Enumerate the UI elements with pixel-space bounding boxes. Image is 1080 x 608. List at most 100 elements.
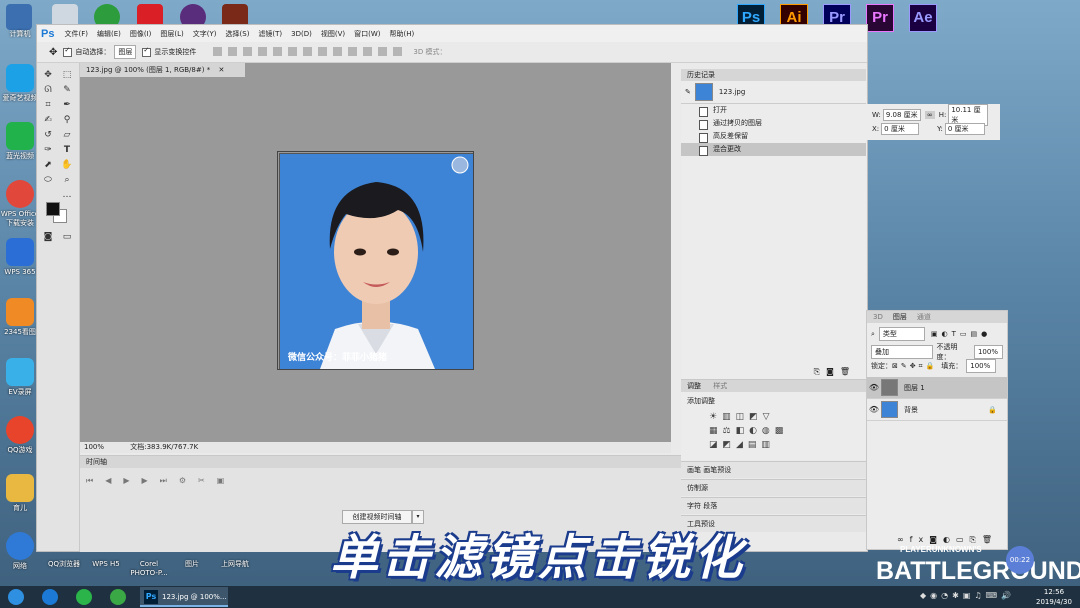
clone-source-panel[interactable]: 仿制源	[681, 479, 866, 496]
chevron-down-icon[interactable]: ▾	[412, 510, 424, 524]
desktop-icon[interactable]: 2345看图	[0, 298, 40, 337]
menu-select[interactable]: 选择(S)	[226, 29, 250, 39]
menu-window[interactable]: 窗口(W)	[354, 29, 380, 39]
tab-styles[interactable]: 样式	[713, 382, 727, 390]
menu-edit[interactable]: 编辑(E)	[97, 29, 121, 39]
stamp-tool-icon[interactable]: ⚲	[61, 114, 73, 126]
hand-tool-icon[interactable]: ✋	[61, 159, 73, 171]
history-brush-tool-icon[interactable]: ↺	[42, 129, 54, 141]
tab-3d[interactable]: 3D	[873, 311, 883, 323]
x-field[interactable]: 0 厘米	[881, 123, 920, 135]
link-icon[interactable]: ∞	[924, 111, 935, 119]
document-tab[interactable]: 123.jpg @ 100% (图层 1, RGB/8#) * ✕	[80, 63, 245, 77]
desktop-icon[interactable]: 网络	[0, 532, 40, 571]
history-item[interactable]: 通过拷贝的图层	[681, 117, 866, 130]
crop-tool-icon[interactable]: ⌗	[42, 99, 54, 111]
layer-row[interactable]: 👁 图层 1	[867, 377, 1007, 399]
opacity-field[interactable]: 100%	[973, 345, 1003, 359]
eye-icon[interactable]: 👁	[867, 405, 881, 414]
menu-image[interactable]: 图像(I)	[130, 29, 152, 39]
browser-icon[interactable]	[42, 589, 58, 605]
transform-bounding-box[interactable]	[277, 151, 474, 370]
fill-field[interactable]: 100%	[966, 359, 997, 373]
history-item[interactable]: 混合更改	[681, 143, 866, 156]
pen-tool-icon[interactable]: ✑	[42, 144, 54, 156]
menu-view[interactable]: 视图(V)	[321, 29, 345, 39]
menu-filter[interactable]: 滤镜(T)	[258, 29, 282, 39]
auto-select-checkbox[interactable]	[63, 46, 73, 57]
marquee-tool-icon[interactable]: ⬚	[61, 69, 73, 81]
adjustment-icons[interactable]: ☀▥◫◩▽ ▦⚖◧◐◍▩ ◪◩◢▤▥	[681, 410, 866, 452]
eye-icon[interactable]: 👁	[867, 383, 881, 392]
tab-layers[interactable]: 图层	[893, 311, 907, 323]
camera-icon[interactable]: ◙	[826, 367, 840, 376]
brush-tool-icon[interactable]: ✍	[42, 114, 54, 126]
menu-file[interactable]: 文件(F)	[64, 29, 88, 39]
media-icon[interactable]	[76, 589, 92, 605]
filter-icons[interactable]: ▣◐T▭▤●	[931, 330, 991, 338]
layer-filter-dropdown[interactable]: 类型	[878, 327, 925, 341]
menu-type[interactable]: 文字(Y)	[193, 29, 217, 39]
adobe-app-icon[interactable]: Ae	[909, 4, 937, 32]
zoom-level[interactable]: 100%	[84, 443, 104, 451]
layer-actions[interactable]: ∞fx◙◐▭⎘🗑	[897, 535, 998, 545]
start-icon[interactable]	[8, 589, 24, 605]
clock[interactable]: 12:56 2019/4/30	[1036, 587, 1072, 607]
tab-adjustments[interactable]: 调整	[687, 382, 701, 390]
zoom-tool-icon[interactable]: ⌕	[61, 174, 73, 186]
close-icon[interactable]: ✕	[218, 66, 224, 74]
history-item[interactable]: 高反差保留	[681, 130, 866, 143]
menu-help[interactable]: 帮助(H)	[390, 29, 415, 39]
desktop-icon[interactable]: 育儿	[0, 474, 40, 513]
align-buttons[interactable]	[210, 46, 405, 58]
layer-row[interactable]: 👁 背景 🔒	[867, 399, 1007, 421]
history-tab[interactable]: 历史记录	[681, 69, 866, 81]
desktop-icon[interactable]: WPS Office下载安装	[0, 180, 40, 228]
menu-layer[interactable]: 图层(L)	[160, 29, 183, 39]
character-panel[interactable]: 字符 段落	[681, 497, 866, 514]
timeline-header[interactable]: 时间轴	[80, 456, 681, 468]
path-select-tool-icon[interactable]: ⬈	[42, 159, 54, 171]
desktop-icon[interactable]: WPS 365	[0, 238, 40, 277]
move-tool-icon[interactable]: ✥	[42, 69, 54, 81]
desktop-icon[interactable]: QQ游戏	[0, 416, 40, 455]
taskbar-photoshop-task[interactable]: Ps 123.jpg @ 100%...	[140, 587, 228, 607]
desktop-icon[interactable]: QQ浏览器	[44, 560, 84, 569]
menu-3d[interactable]: 3D(D)	[291, 30, 312, 38]
type-tool-icon[interactable]: T	[61, 144, 73, 156]
y-field[interactable]: 0 厘米	[944, 123, 985, 135]
desktop-icon[interactable]: WPS H5	[86, 560, 126, 569]
quick-select-tool-icon[interactable]: ✎	[61, 84, 73, 96]
show-transform-checkbox[interactable]	[142, 46, 152, 57]
history-item[interactable]: 打开	[681, 104, 866, 117]
brush-panel[interactable]: 画笔 画笔预设	[681, 461, 866, 478]
foreground-color-swatch[interactable]	[46, 202, 60, 216]
move-tool-icon[interactable]: ✥	[49, 47, 57, 58]
lock-icons[interactable]: ⊠✎✥⌗🔒	[892, 362, 937, 371]
new-document-icon[interactable]: ⎘	[814, 367, 826, 376]
browser-icon[interactable]	[110, 589, 126, 605]
tab-channels[interactable]: 通道	[917, 311, 931, 323]
shape-tool-icon[interactable]: ⬭	[42, 174, 54, 186]
lasso-tool-icon[interactable]: ᘏ	[42, 84, 54, 96]
desktop-icon[interactable]: 上网导航	[214, 560, 256, 569]
history-snapshot[interactable]: ✎ 123.jpg	[681, 81, 866, 104]
desktop-icon[interactable]: 爱奇艺视频	[0, 64, 40, 103]
computer-icon[interactable]	[6, 4, 32, 30]
desktop-icon[interactable]: 蓝光视频	[0, 122, 40, 161]
eraser-tool-icon[interactable]: ▱	[61, 129, 73, 141]
create-video-timeline-button[interactable]: 创建视频时间轴	[342, 510, 412, 524]
more-tools-icon[interactable]: …	[61, 189, 73, 201]
eyedropper-tool-icon[interactable]: ✒	[61, 99, 73, 111]
width-field[interactable]: 9.08 厘米	[882, 109, 921, 121]
blend-mode-dropdown[interactable]: 叠加	[871, 345, 933, 359]
system-tray-icons[interactable]: ◆◉◔✱▣♫⌨🔊	[920, 591, 1015, 600]
trash-icon[interactable]: 🗑	[840, 367, 856, 376]
quick-mask-icon[interactable]: ◙	[42, 231, 54, 243]
auto-select-dropdown[interactable]: 图层	[114, 45, 137, 59]
desktop-icon[interactable]: 计算机	[0, 30, 40, 39]
desktop-icon[interactable]: EV录屏	[0, 358, 40, 397]
screen-mode-icon[interactable]: ▭	[61, 231, 73, 243]
desktop-icon[interactable]: 图片	[172, 560, 212, 569]
adobe-app-icon[interactable]: Pr	[866, 4, 894, 32]
